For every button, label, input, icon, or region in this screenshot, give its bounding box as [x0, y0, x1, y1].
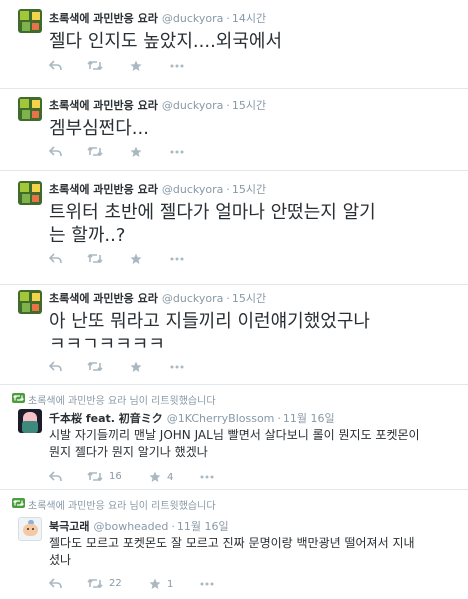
- separator-dot: ·: [226, 12, 230, 25]
- retweet-count[interactable]: 16: [109, 471, 122, 482]
- user-handle[interactable]: @duckyora: [162, 183, 223, 196]
- user-name[interactable]: 초록색에 과민반응 요라: [49, 292, 158, 305]
- star-icon[interactable]: 1: [149, 578, 173, 590]
- retweet-icon[interactable]: 22: [87, 578, 122, 589]
- tweet-text: 시발 자기들끼리 맨날 JOHN JAL님 빨면서 살다보니 롤이 뭔지도 포켓…: [49, 427, 457, 461]
- tweet-text: 아 난또 뭐라고 지들끼리 이런얘기했었구나 ㅋㅋㄱㅋㅋㅋㅋ: [49, 310, 459, 356]
- tweet-header: 북극고래 @bowheaded · 11월 16일: [49, 518, 229, 534]
- tweet-text-line: 젤다도 모르고 포켓몬도 잘 모르고 진짜 문명이랑 백만광년 떨어져서 지내: [49, 536, 415, 550]
- retweet-icon[interactable]: [87, 361, 103, 372]
- separator-dot: ·: [226, 292, 230, 305]
- star-icon[interactable]: 4: [149, 471, 173, 483]
- tweet-text: 트위터 초반에 젤다가 얼마나 안떴는지 알기 는 할까..?: [49, 201, 459, 247]
- timestamp[interactable]: 14시간: [232, 12, 266, 25]
- favorite-count[interactable]: 4: [167, 472, 173, 483]
- tweet-text-line: ㅋㅋㄱㅋㅋㅋㅋ: [49, 334, 165, 355]
- retweet-note[interactable]: 초록색에 과민반응 요라 님이 리트윗했습니다: [28, 392, 216, 407]
- more-icon[interactable]: [170, 150, 184, 154]
- tweet-text: 젤다도 모르고 포켓몬도 잘 모르고 진짜 문명이랑 백만광년 떨어져서 지내 …: [49, 535, 457, 569]
- retweet-note[interactable]: 초록색에 과민반응 요라 님이 리트윗했습니다: [28, 497, 216, 512]
- favorite-count[interactable]: 1: [167, 579, 173, 590]
- user-name[interactable]: 초록색에 과민반응 요라: [49, 99, 158, 112]
- tweet-header: 千本桜 feat. 初音ミク @1KCherryBlossom · 11월 16일: [49, 410, 335, 426]
- user-name[interactable]: 북극고래: [49, 520, 89, 533]
- retweet-badge-icon: [12, 393, 25, 403]
- timestamp[interactable]: 15시간: [232, 99, 266, 112]
- more-icon[interactable]: [170, 365, 184, 369]
- retweet-icon[interactable]: [87, 253, 103, 264]
- tweet-text-line: 시발 자기들끼리 맨날 JOHN JAL님 빨면서 살다보니 롤이 뭔지도 포켓…: [49, 428, 420, 442]
- tweet[interactable]: 초록색에 과민반응 요라 님이 리트윗했습니다 千本桜 feat. 初音ミク @1…: [0, 385, 468, 490]
- user-name[interactable]: 千本桜 feat. 初音ミク: [49, 412, 163, 425]
- tweet-text-line: 뭔지 젤다가 뭔지 알기나 했겠나: [49, 445, 208, 459]
- separator-dot: ·: [226, 183, 230, 196]
- star-icon[interactable]: [130, 146, 142, 158]
- timestamp[interactable]: 15시간: [232, 292, 266, 305]
- user-handle[interactable]: @1KCherryBlossom: [167, 412, 275, 425]
- tweet[interactable]: 초록색에 과민반응 요라 @duckyora · 14시간 젤다 인지도 높았지...…: [0, 0, 468, 89]
- tweet-actions: [49, 60, 349, 74]
- tweet-text-line: 아 난또 뭐라고 지들끼리 이런얘기했었구나: [49, 311, 370, 332]
- retweet-badge-icon: [12, 498, 25, 508]
- timestamp[interactable]: 15시간: [232, 183, 266, 196]
- avatar[interactable]: [18, 9, 42, 33]
- star-icon[interactable]: [130, 60, 142, 72]
- tweet[interactable]: 초록색에 과민반응 요라 @duckyora · 15시간 겜부심쩐다...: [0, 89, 468, 171]
- user-name[interactable]: 초록색에 과민반응 요라: [49, 12, 158, 25]
- tweet-text-line: 셨나: [49, 553, 72, 567]
- reply-icon[interactable]: [49, 146, 62, 157]
- retweet-icon[interactable]: [87, 146, 103, 157]
- avatar[interactable]: [18, 290, 42, 314]
- tweet-text: 겜부심쩐다...: [49, 118, 149, 139]
- more-icon[interactable]: [170, 257, 184, 261]
- separator-dot: ·: [277, 412, 281, 425]
- retweet-icon[interactable]: [87, 60, 103, 71]
- tweet-header: 초록색에 과민반응 요라 @duckyora · 15시간: [49, 290, 266, 306]
- separator-dot: ·: [171, 520, 175, 533]
- separator-dot: ·: [226, 99, 230, 112]
- tweet-actions: 22 1: [49, 578, 349, 592]
- tweet[interactable]: 초록색에 과민반응 요라 @duckyora · 15시간 트위터 초반에 젤다가 얼…: [0, 171, 468, 285]
- user-handle[interactable]: @bowheaded: [93, 520, 168, 533]
- tweet[interactable]: 초록색에 과민반응 요라 @duckyora · 15시간 아 난또 뭐라고 지들끼리…: [0, 285, 468, 385]
- reply-icon[interactable]: [49, 578, 62, 589]
- tweet-text-line: 트위터 초반에 젤다가 얼마나 안떴는지 알기: [49, 202, 376, 223]
- avatar[interactable]: [18, 409, 42, 433]
- user-handle[interactable]: @duckyora: [162, 99, 223, 112]
- user-name[interactable]: 초록색에 과민반응 요라: [49, 183, 158, 196]
- avatar[interactable]: [18, 97, 42, 121]
- tweet-actions: [49, 361, 349, 375]
- retweet-count[interactable]: 22: [109, 578, 122, 589]
- timestamp[interactable]: 11월 16일: [177, 520, 229, 533]
- timestamp[interactable]: 11월 16일: [283, 412, 335, 425]
- star-icon[interactable]: [130, 361, 142, 373]
- tweet-actions: [49, 253, 349, 267]
- user-handle[interactable]: @duckyora: [162, 292, 223, 305]
- avatar[interactable]: [18, 181, 42, 205]
- tweet-header: 초록색에 과민반응 요라 @duckyora · 14시간: [49, 10, 266, 26]
- tweet-header: 초록색에 과민반응 요라 @duckyora · 15시간: [49, 97, 266, 113]
- more-icon[interactable]: [200, 582, 214, 586]
- avatar[interactable]: [18, 517, 42, 541]
- tweet-header: 초록색에 과민반응 요라 @duckyora · 15시간: [49, 181, 266, 197]
- star-icon[interactable]: [130, 253, 142, 265]
- reply-icon[interactable]: [49, 361, 62, 372]
- reply-icon[interactable]: [49, 253, 62, 264]
- retweet-icon[interactable]: 16: [87, 471, 122, 482]
- reply-icon[interactable]: [49, 60, 62, 71]
- tweet[interactable]: 초록색에 과민반응 요라 님이 리트윗했습니다 북극고래 @bowheaded · 1…: [0, 490, 468, 599]
- tweet-text: 젤다 인지도 높았지....외국에서: [49, 31, 283, 52]
- more-icon[interactable]: [200, 475, 214, 479]
- tweet-text-line: 는 할까..?: [49, 225, 126, 246]
- tweet-actions: 16 4: [49, 471, 349, 485]
- reply-icon[interactable]: [49, 471, 62, 482]
- user-handle[interactable]: @duckyora: [162, 12, 223, 25]
- more-icon[interactable]: [170, 64, 184, 68]
- tweet-actions: [49, 146, 349, 160]
